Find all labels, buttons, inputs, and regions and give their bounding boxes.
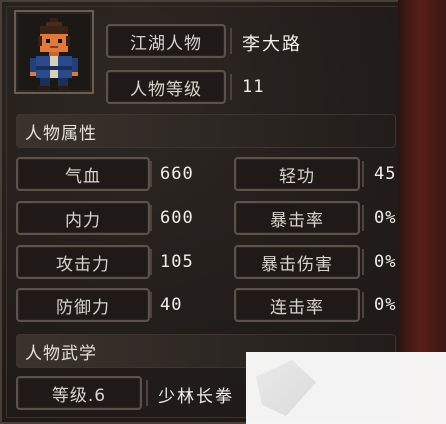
stat-label-box: 内力 — [16, 201, 150, 235]
stat-label-box: 暴击伤害 — [234, 245, 360, 279]
stat-separator — [150, 161, 152, 187]
stat-value: 0% — [374, 252, 397, 272]
stat-label: 暴击伤害 — [261, 254, 333, 275]
stat-value: 40 — [160, 295, 183, 315]
stat-value: 600 — [160, 208, 194, 228]
skill-level: 等级.6 — [51, 385, 107, 406]
stat-value: 660 — [160, 164, 194, 184]
stat-value: 0% — [374, 208, 397, 228]
stat-separator — [150, 292, 152, 318]
stat-label-box: 防御力 — [16, 288, 150, 322]
stat-label: 内力 — [65, 210, 101, 231]
character-portrait — [14, 10, 94, 94]
stat-separator — [150, 249, 152, 275]
stat-label-box: 暴击率 — [234, 201, 360, 235]
character-level: 11 — [242, 77, 265, 97]
attributes-title: 人物属性 — [25, 123, 97, 144]
level-label: 人物等级 — [130, 79, 202, 100]
skill-level-box: 等级.6 — [16, 376, 142, 410]
stat-value: 0% — [374, 295, 397, 315]
stat-label: 攻击力 — [56, 254, 110, 275]
watermark-overlay — [246, 352, 446, 424]
character-name: 李大路 — [242, 34, 302, 55]
stat-label: 气血 — [65, 166, 101, 187]
stat-label-box: 轻功 — [234, 157, 360, 191]
level-label-box: 人物等级 — [106, 70, 226, 104]
stat-label: 暴击率 — [270, 210, 324, 231]
name-separator — [230, 28, 232, 54]
stat-label: 轻功 — [279, 166, 315, 187]
stat-separator — [362, 205, 364, 231]
level-separator — [230, 74, 232, 100]
stat-separator — [362, 161, 364, 187]
hero-avatar-icon — [30, 18, 78, 90]
skill-name[interactable]: 少林长拳 — [158, 382, 234, 407]
stat-separator — [362, 249, 364, 275]
stat-value: 45 — [374, 164, 397, 184]
name-label-box: 江湖人物 — [106, 24, 226, 58]
stat-label-box: 连击率 — [234, 288, 360, 322]
stat-separator — [150, 205, 152, 231]
stat-label-box: 攻击力 — [16, 245, 150, 279]
skill-separator — [146, 380, 148, 406]
stat-separator — [362, 292, 364, 318]
stat-label-box: 气血 — [16, 157, 150, 191]
stat-label: 防御力 — [56, 297, 110, 318]
name-label: 江湖人物 — [130, 33, 202, 54]
stat-label: 连击率 — [270, 297, 324, 318]
martial-title: 人物武学 — [25, 343, 97, 364]
attributes-section-header: 人物属性 — [16, 114, 396, 148]
stat-value: 105 — [160, 252, 194, 272]
